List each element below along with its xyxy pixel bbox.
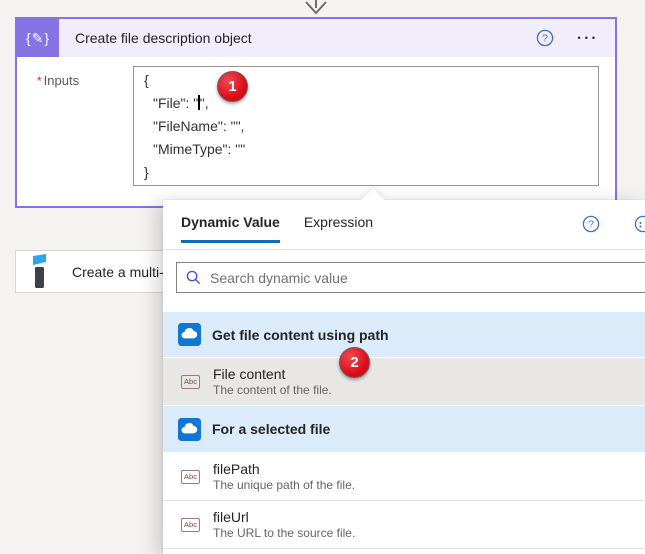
json-line: "MimeType": "" xyxy=(144,138,588,161)
inputs-field-label: *Inputs xyxy=(37,73,79,88)
json-line: } xyxy=(144,161,588,184)
item-description: The content of the file. xyxy=(213,383,332,397)
action-title: Create file description object xyxy=(75,30,536,46)
tab-dynamic-value[interactable]: Dynamic Value xyxy=(181,214,280,243)
json-line: "File": "", xyxy=(144,92,588,115)
item-title: fileUrl xyxy=(213,509,355,525)
action-card-header-bar: Create file description object ? ••• xyxy=(59,19,615,57)
item-title: filePath xyxy=(213,461,355,477)
help-icon[interactable]: ? xyxy=(536,29,554,47)
next-action-title: Create a multi- xyxy=(72,264,164,280)
help-icon[interactable]: ? xyxy=(582,215,600,238)
tabs-divider xyxy=(163,249,645,250)
annotation-badge-1: 1 xyxy=(217,71,248,102)
more-menu-icon[interactable]: ••• xyxy=(578,29,599,47)
search-input[interactable] xyxy=(210,270,641,286)
string-type-icon: Abc xyxy=(181,518,200,532)
dynamic-content-picker: Dynamic Value Expression ? xyxy=(163,200,645,554)
string-type-icon: Abc xyxy=(181,470,200,484)
group-header-for-selected-file[interactable]: For a selected file xyxy=(163,406,645,453)
onedrive-icon xyxy=(178,323,201,346)
item-description: The URL to the source file. xyxy=(213,526,355,540)
compose-icon-glyph: {✎} xyxy=(26,30,50,47)
svg-text:?: ? xyxy=(588,219,594,231)
json-line: { xyxy=(144,69,588,92)
action-card-header[interactable]: {✎} Create file description object ? ••• xyxy=(17,19,615,57)
list-item-file-content[interactable]: Abc File content The content of the file… xyxy=(163,358,645,406)
feedback-icon[interactable] xyxy=(634,215,645,238)
string-type-icon: Abc xyxy=(181,375,200,389)
picker-tabs: Dynamic Value Expression xyxy=(181,214,373,243)
annotation-badge-2: 2 xyxy=(339,347,370,378)
group-header-get-file-content[interactable]: Get file content using path xyxy=(163,312,645,358)
connector-arrow-down-icon xyxy=(303,0,329,15)
item-description: The unique path of the file. xyxy=(213,478,355,492)
list-item-filepath[interactable]: Abc filePath The unique path of the file… xyxy=(163,453,645,501)
inputs-json-editor[interactable]: { "File": "", "FileName": "", "MimeType"… xyxy=(133,66,599,186)
json-line: "FileName": "", xyxy=(144,115,588,138)
flow-designer-canvas: {✎} Create file description object ? •••… xyxy=(0,0,645,554)
search-box[interactable] xyxy=(176,262,645,293)
required-marker: * xyxy=(37,74,42,88)
onedrive-icon xyxy=(178,418,201,441)
svg-text:?: ? xyxy=(542,33,548,45)
dynamic-value-list: Get file content using path Abc File con… xyxy=(163,312,645,549)
search-icon xyxy=(186,270,201,285)
tab-expression[interactable]: Expression xyxy=(304,214,373,243)
connector-logo-icon xyxy=(33,254,47,289)
item-title: File content xyxy=(213,366,332,382)
list-item-fileurl[interactable]: Abc fileUrl The URL to the source file. xyxy=(163,501,645,549)
compose-action-card: {✎} Create file description object ? •••… xyxy=(15,17,617,208)
action-card-body: *Inputs { "File": "", "FileName": "", "M… xyxy=(17,57,615,204)
compose-action-icon: {✎} xyxy=(17,19,59,57)
